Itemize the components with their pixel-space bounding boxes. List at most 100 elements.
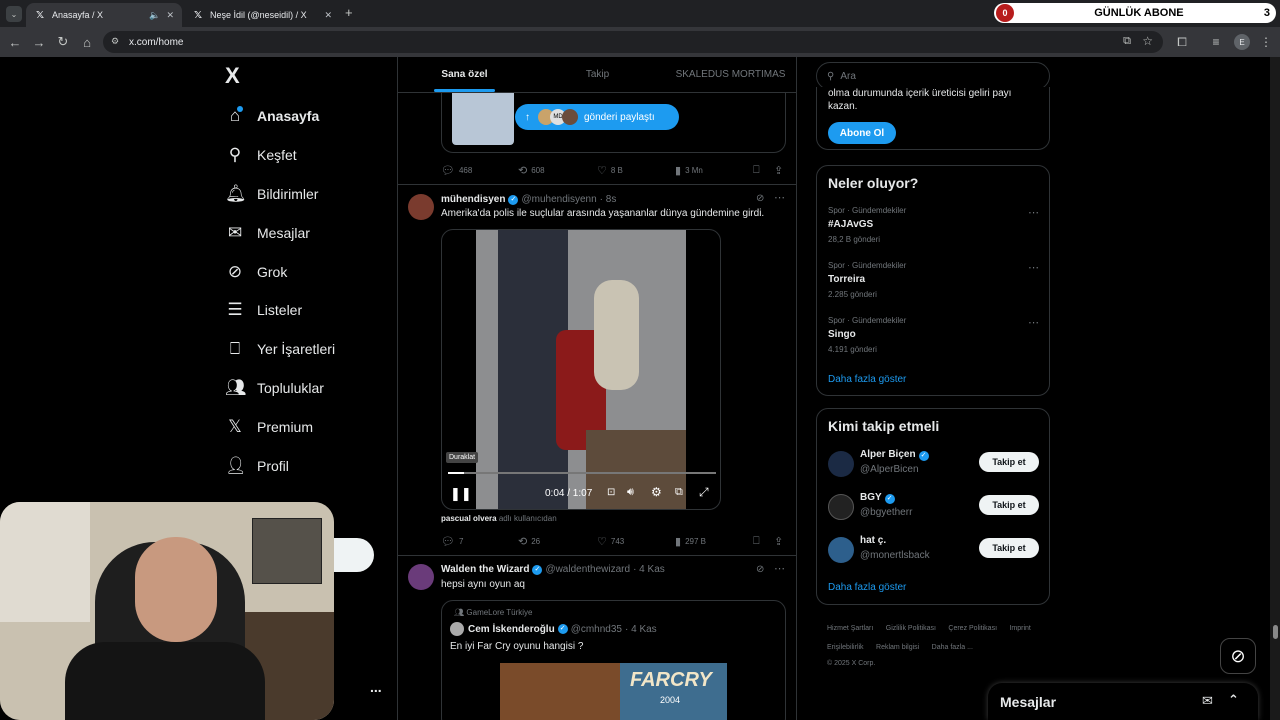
attribution-name[interactable]: pascual olvera bbox=[441, 514, 497, 523]
browser-tab-home[interactable]: 𝕏 Anasayfa / X 🔈 ✕ bbox=[26, 3, 182, 27]
expand-up-icon[interactable]: ⌃ bbox=[1228, 692, 1239, 708]
grok-floating-icon[interactable]: ⊘ bbox=[1220, 638, 1256, 674]
page-scrollbar[interactable] bbox=[1270, 57, 1280, 720]
views-button[interactable]: ▮ 297 B bbox=[675, 535, 706, 548]
show-more-trends-link[interactable]: Daha fazla göster bbox=[828, 374, 906, 385]
author-name[interactable]: Walden the Wizard bbox=[441, 564, 529, 575]
suggested-user-name[interactable]: BGY ✓ bbox=[860, 492, 898, 504]
nav-item-messages[interactable]: ✉ Mesajlar bbox=[225, 218, 310, 248]
footer-link[interactable]: Daha fazla ... bbox=[932, 644, 973, 651]
nav-item-communities[interactable]: 👥︎ Topluluklar bbox=[225, 373, 324, 403]
close-tab-icon[interactable]: ✕ bbox=[324, 10, 332, 21]
nav-item-bookmarks[interactable]: ⎕ Yer İşaretleri bbox=[225, 334, 335, 364]
settings-icon[interactable]: ⚙ bbox=[651, 485, 662, 499]
follow-button[interactable]: Takip et bbox=[979, 495, 1039, 515]
new-tab-button[interactable]: + bbox=[345, 5, 353, 20]
author-handle[interactable]: @muhendisyenn bbox=[521, 194, 596, 205]
home-icon[interactable]: ⌂ bbox=[75, 30, 99, 54]
trend-more-icon[interactable]: ⋯ bbox=[1028, 316, 1039, 329]
author-handle[interactable]: @waldenthewizard bbox=[545, 564, 630, 575]
share-button[interactable]: ⇪ bbox=[774, 164, 787, 177]
trend-name[interactable]: #AJAvGS bbox=[828, 219, 873, 230]
post-button[interactable] bbox=[332, 538, 374, 572]
tweet-time[interactable]: · 8s bbox=[600, 194, 617, 205]
footer-link[interactable]: Hizmet Şartları bbox=[827, 625, 873, 632]
trend-name[interactable]: Torreira bbox=[828, 274, 865, 285]
quoted-tweet[interactable]: 👥︎ GameLore Türkiye Cem İskenderoğlu ✓ @… bbox=[441, 600, 786, 720]
bookmark-button[interactable]: ⎕ bbox=[753, 164, 764, 177]
footer-link[interactable]: Reklam bilgisi bbox=[876, 644, 919, 651]
extensions-icon[interactable]: ⧠ bbox=[1172, 32, 1192, 52]
speaker-icon[interactable]: 🔈 bbox=[149, 10, 160, 21]
avatar[interactable] bbox=[828, 537, 854, 563]
more-options-icon[interactable]: ⋯ bbox=[774, 191, 785, 204]
tab-for-you[interactable]: Sana özel bbox=[398, 57, 531, 92]
avatar[interactable] bbox=[408, 194, 434, 220]
retweet-button[interactable]: ⟲ 608 bbox=[518, 164, 545, 177]
nav-item-explore[interactable]: ⚲ Keşfet bbox=[225, 140, 297, 170]
tab-search-icon[interactable]: ⌄ bbox=[6, 6, 22, 22]
tweet-time[interactable]: · 4 Kas bbox=[633, 564, 665, 575]
tab-following[interactable]: Takip bbox=[531, 57, 664, 92]
reload-icon[interactable]: ↻ bbox=[51, 30, 75, 54]
footer-link[interactable]: Erişilebilirlik bbox=[827, 644, 864, 651]
retweet-button[interactable]: ⟲ 26 bbox=[518, 535, 540, 548]
show-more-follow-link[interactable]: Daha fazla göster bbox=[828, 582, 906, 593]
avatar[interactable] bbox=[828, 494, 854, 520]
volume-icon[interactable]: 🔊︎ bbox=[627, 486, 634, 499]
reply-button[interactable]: 💬︎ 7 bbox=[441, 535, 463, 548]
nav-item-premium[interactable]: 𝕏 Premium bbox=[225, 412, 313, 442]
profile-avatar[interactable]: E bbox=[1234, 34, 1250, 50]
nav-item-notifications[interactable]: 🔔︎ Bildirimler bbox=[225, 179, 318, 209]
url-bar[interactable]: ⚙ x.com/home ⧉ ☆ bbox=[103, 31, 1163, 53]
nav-item-home[interactable]: ⌂ Anasayfa bbox=[225, 101, 319, 131]
follow-button[interactable]: Takip et bbox=[979, 452, 1039, 472]
browser-tab-profile[interactable]: 𝕏 Neşe İdil (@neseidil) / X ✕ bbox=[184, 3, 340, 27]
like-button[interactable]: ♡ 743 bbox=[597, 535, 624, 548]
forward-icon[interactable]: → bbox=[27, 30, 51, 54]
like-button[interactable]: ♡ 8 B bbox=[597, 164, 623, 177]
fullscreen-icon[interactable]: ⤢ bbox=[699, 485, 709, 500]
more-options-icon[interactable]: ... bbox=[370, 679, 382, 695]
share-button[interactable]: ⇪ bbox=[774, 535, 787, 548]
site-info-icon[interactable]: ⚙ bbox=[111, 36, 119, 47]
follow-button[interactable]: Takip et bbox=[979, 538, 1039, 558]
reply-button[interactable]: 💬︎ 468 bbox=[441, 164, 472, 177]
nav-item-lists[interactable]: ☰ Listeler bbox=[225, 295, 302, 325]
video-player[interactable]: Duraklat ❚❚ 0:04 / 1:07 ⊡ 🔊︎ ⚙ ⧉ ⤢ bbox=[441, 229, 721, 510]
far-cry-image[interactable]: FARCRY 2004 bbox=[500, 663, 727, 720]
bookmark-button[interactable]: ⎕ bbox=[753, 535, 764, 548]
video-progress-bar[interactable] bbox=[448, 472, 716, 474]
reading-list-icon[interactable]: ≡ bbox=[1206, 32, 1226, 52]
x-logo-icon[interactable]: X bbox=[225, 63, 240, 89]
avatar[interactable] bbox=[828, 451, 854, 477]
grok-icon[interactable]: ⊘ bbox=[756, 193, 764, 204]
suggested-user-name[interactable]: hat ç. bbox=[860, 535, 886, 546]
close-tab-icon[interactable]: ✕ bbox=[166, 10, 174, 21]
footer-link[interactable]: Imprint bbox=[1009, 625, 1030, 632]
search-input[interactable]: ⚲ Ara bbox=[816, 62, 1050, 90]
avatar[interactable] bbox=[408, 564, 434, 590]
author-name[interactable]: mühendisyen bbox=[441, 194, 505, 205]
bookmark-star-icon[interactable]: ☆ bbox=[1142, 34, 1153, 48]
prev-tweet-thumbnail[interactable] bbox=[452, 93, 514, 145]
subscribe-button[interactable]: Abone Ol bbox=[828, 122, 896, 144]
pip-icon[interactable]: ⧉ bbox=[675, 486, 683, 499]
suggested-user-name[interactable]: Alper Biçen ✓ bbox=[860, 449, 932, 461]
scrollbar-thumb[interactable] bbox=[1273, 625, 1278, 639]
footer-link[interactable]: Gizlilik Politikası bbox=[886, 625, 936, 632]
menu-icon[interactable]: ⋮ bbox=[1256, 32, 1276, 52]
footer-link[interactable]: Çerez Politikası bbox=[948, 625, 997, 632]
views-button[interactable]: ▮ 3 Mn bbox=[675, 164, 703, 177]
captions-icon[interactable]: ⊡ bbox=[607, 487, 615, 498]
tab-skaledus[interactable]: SKALEDUS MORTIMAS bbox=[664, 57, 796, 92]
new-message-icon[interactable]: ✉ bbox=[1202, 693, 1213, 709]
install-app-icon[interactable]: ⧉ bbox=[1123, 35, 1131, 48]
back-icon[interactable]: ← bbox=[3, 30, 27, 54]
nav-item-grok[interactable]: ⊘ Grok bbox=[225, 257, 287, 287]
share-post-button[interactable]: ↑ MD gönderi paylaştı bbox=[515, 104, 679, 130]
pause-icon[interactable]: ❚❚ bbox=[450, 486, 472, 502]
grok-icon[interactable]: ⊘ bbox=[756, 564, 764, 575]
trend-name[interactable]: Singo bbox=[828, 329, 856, 340]
nav-item-profile[interactable]: 👤︎ Profil bbox=[225, 451, 289, 481]
